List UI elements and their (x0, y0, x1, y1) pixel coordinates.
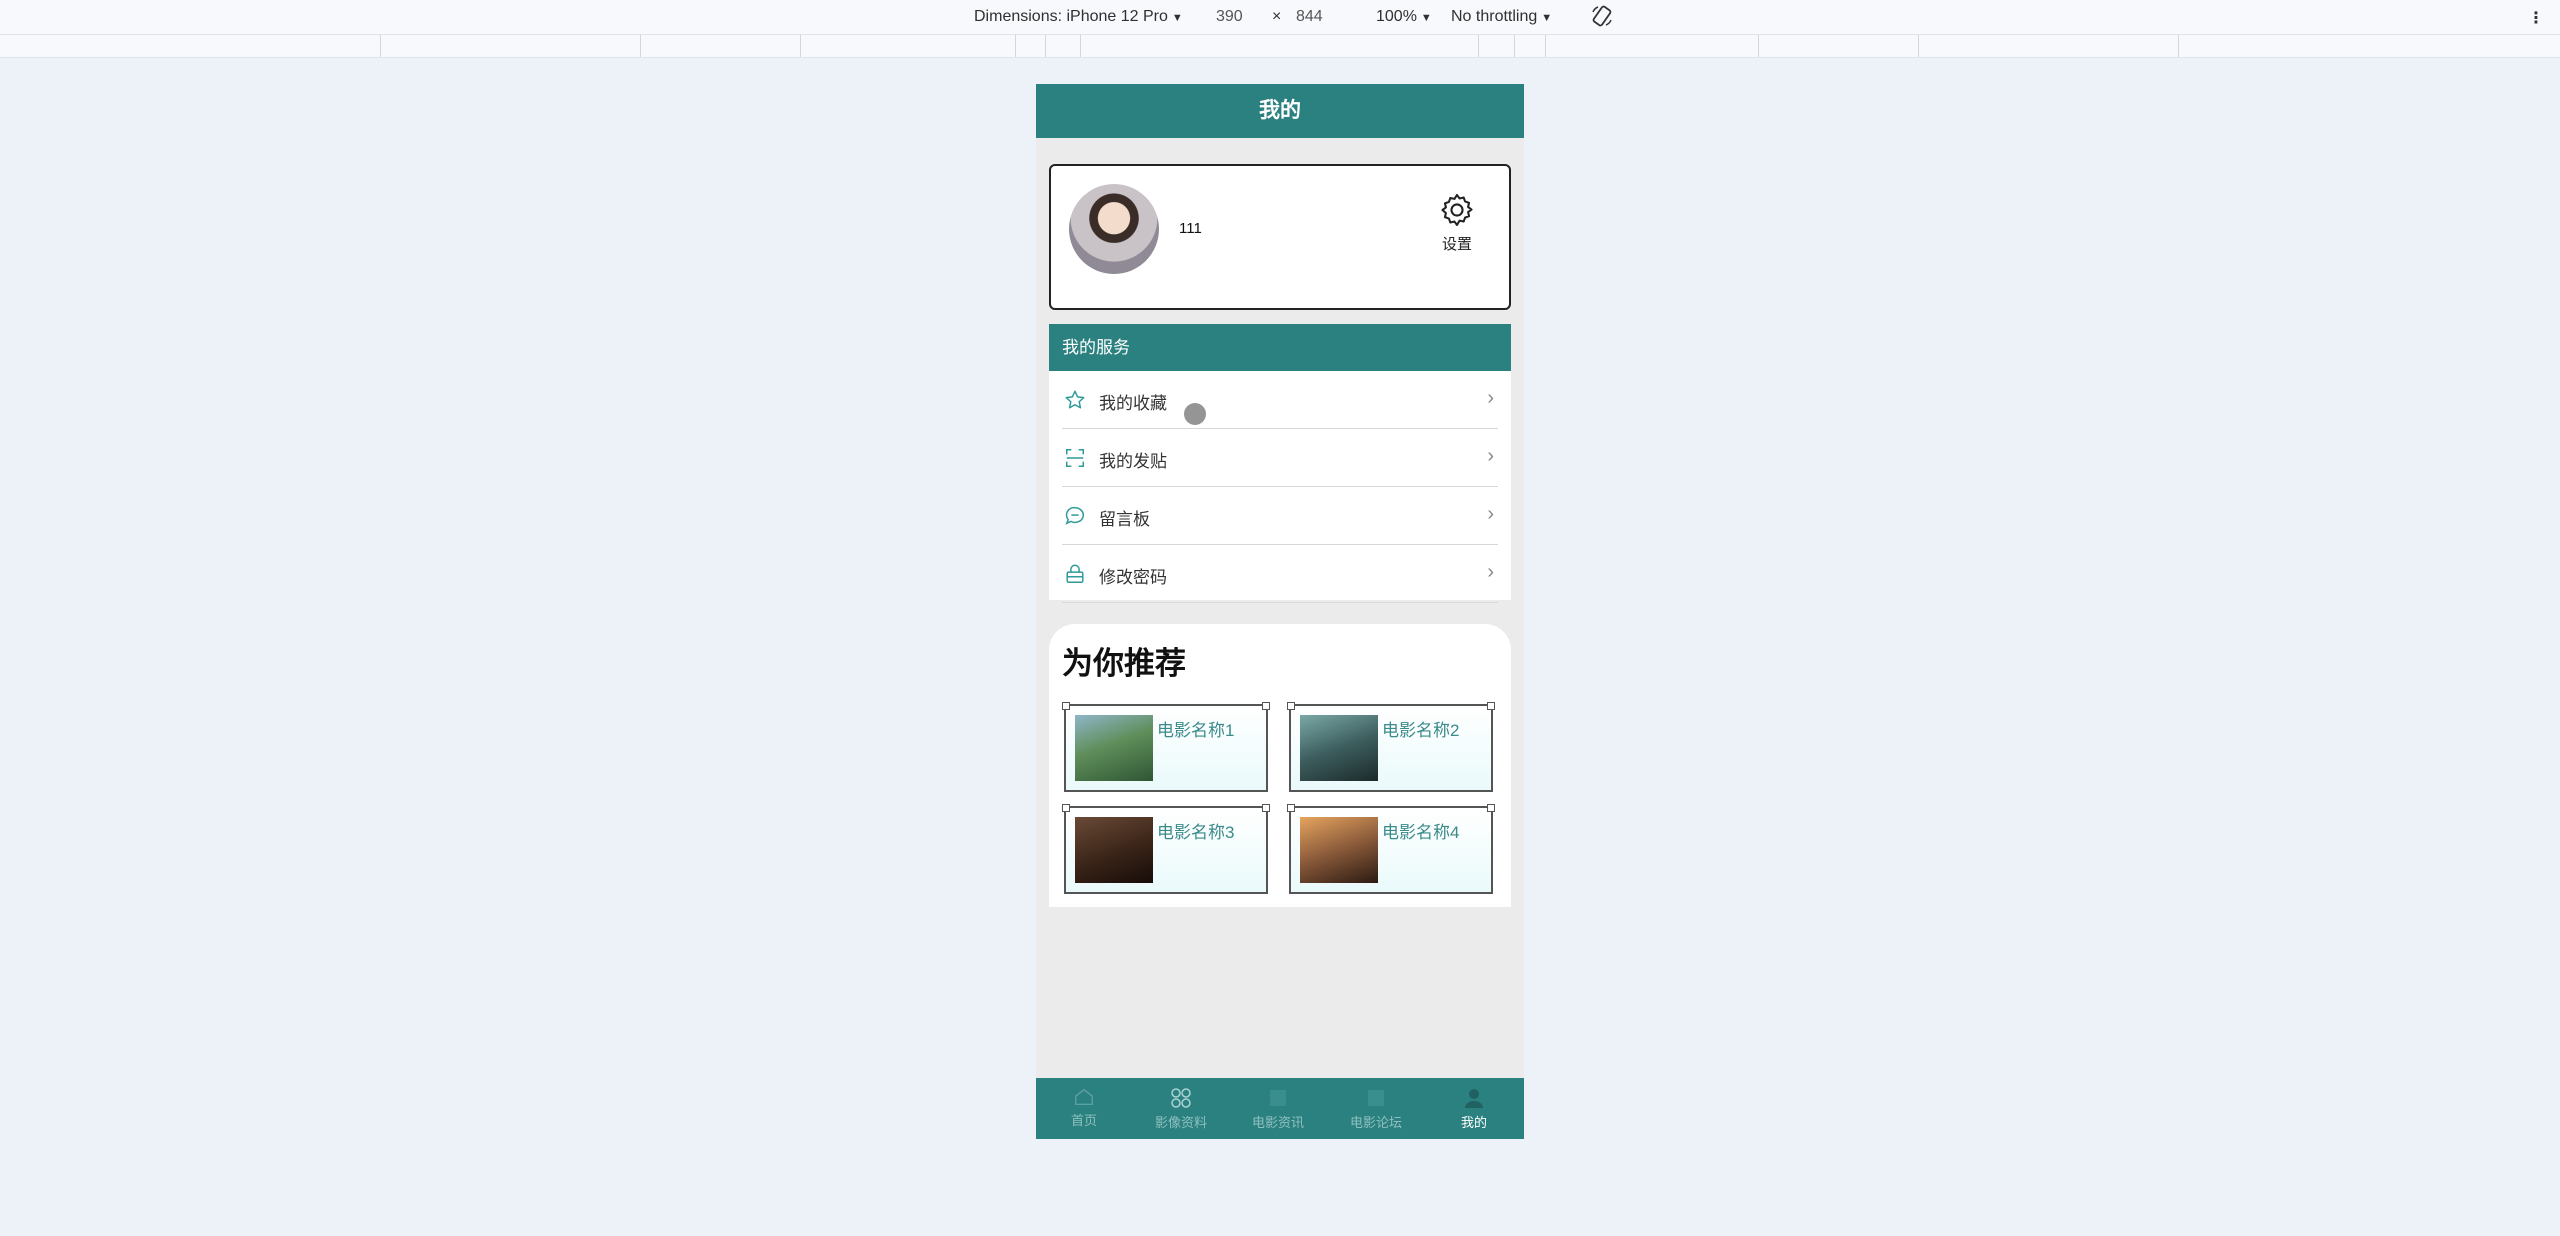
tab-label: 首页 (1070, 1113, 1097, 1128)
news-icon (1270, 1090, 1286, 1106)
movie-name: 电影名称3 (1157, 823, 1235, 842)
my-services-panel: 我的服务 我的收藏 › 我的发贴 › 留言板 › 修改密码 › (1049, 324, 1511, 603)
movie-poster (1075, 817, 1153, 883)
profile-card: 111 设置 (1049, 164, 1511, 310)
service-item-label: 修改密码 (1099, 568, 1167, 587)
chevron-down-icon: ▼ (1541, 12, 1553, 24)
services-title: 我的服务 (1049, 324, 1511, 371)
message-icon (1065, 507, 1084, 525)
service-item-favorites[interactable]: 我的收藏 › (1062, 371, 1498, 429)
tab-media[interactable]: 影像资料 (1141, 1086, 1221, 1131)
phone-viewport: 我的 111 设置 我的服务 我的收藏 › 我的发贴 › 留言板 › 修改密码 … (1036, 84, 1524, 1139)
star-icon (1065, 390, 1085, 409)
movie-poster (1075, 715, 1153, 781)
tab-home[interactable]: 首页 (1044, 1086, 1124, 1129)
movie-card[interactable]: 电影名称4 (1287, 804, 1495, 894)
touch-cursor (1184, 403, 1206, 425)
height-input[interactable]: 844 (1296, 8, 1323, 26)
recommend-title: 为你推荐 (1062, 646, 1186, 681)
service-item-label: 留言板 (1099, 510, 1150, 529)
service-item-label: 我的发贴 (1099, 452, 1167, 471)
movie-card[interactable]: 电影名称2 (1287, 702, 1495, 792)
devtools-device-toolbar: Dimensions: iPhone 12 Pro ▼ 390 × 844 100… (0, 0, 2560, 35)
chevron-down-icon: ▼ (1420, 12, 1432, 24)
service-item-posts[interactable]: 我的发贴 › (1062, 429, 1498, 487)
bottom-tab-bar: 首页 影像资料 电影资讯 电影论坛 我的 (1036, 1078, 1524, 1139)
movie-poster (1300, 817, 1378, 883)
device-select[interactable]: Dimensions: iPhone 12 Pro ▼ (974, 8, 1183, 26)
more-options-icon[interactable]: ⋮ (2528, 8, 2544, 28)
service-item-label: 我的收藏 (1099, 394, 1167, 413)
movie-name: 电影名称2 (1382, 721, 1460, 740)
movie-name: 电影名称1 (1157, 721, 1235, 740)
tab-news[interactable]: 电影资讯 (1238, 1086, 1318, 1131)
service-item-change-password[interactable]: 修改密码 › (1062, 545, 1498, 603)
lock-icon (1066, 564, 1084, 583)
movie-name: 电影名称4 (1382, 823, 1460, 842)
width-input[interactable]: 390 (1216, 8, 1243, 26)
username: 111 (1179, 220, 1202, 237)
scan-icon (1066, 449, 1084, 467)
forum-icon (1368, 1090, 1384, 1106)
movie-card[interactable]: 电影名称1 (1062, 702, 1270, 792)
service-item-message-board[interactable]: 留言板 › (1062, 487, 1498, 545)
times-sign: × (1272, 8, 1282, 25)
movie-card[interactable]: 电影名称3 (1062, 804, 1270, 894)
tab-label: 影像资料 (1154, 1115, 1207, 1130)
zoom-select[interactable]: 100% ▼ (1376, 8, 1432, 26)
gear-icon (1441, 193, 1473, 227)
recommend-section: 为你推荐 电影名称1 电影名称2 电影名称3 电影名称4 (1049, 624, 1511, 907)
page-header: 我的 (1036, 84, 1524, 138)
chevron-right-icon: › (1487, 387, 1494, 409)
tab-label: 电影资讯 (1251, 1115, 1304, 1130)
tab-forum[interactable]: 电影论坛 (1336, 1086, 1416, 1131)
movie-poster (1300, 715, 1378, 781)
tab-mine[interactable]: 我的 (1434, 1086, 1514, 1131)
chevron-right-icon: › (1487, 561, 1494, 583)
page-title: 我的 (1259, 99, 1301, 122)
grid-icon (1171, 1088, 1191, 1108)
tab-label: 我的 (1460, 1115, 1487, 1130)
settings-button[interactable]: 设置 (1429, 191, 1485, 254)
avatar[interactable] (1069, 184, 1159, 274)
home-icon (1075, 1088, 1093, 1106)
user-icon (1465, 1089, 1483, 1108)
throttling-select[interactable]: No throttling ▼ (1451, 8, 1552, 26)
tab-label: 电影论坛 (1349, 1115, 1402, 1130)
chevron-right-icon: › (1487, 445, 1494, 467)
settings-label: 设置 (1441, 236, 1472, 253)
rotate-icon[interactable] (1590, 4, 1614, 33)
media-query-ruler (0, 35, 2560, 58)
chevron-down-icon: ▼ (1171, 12, 1183, 24)
chevron-right-icon: › (1487, 503, 1494, 525)
